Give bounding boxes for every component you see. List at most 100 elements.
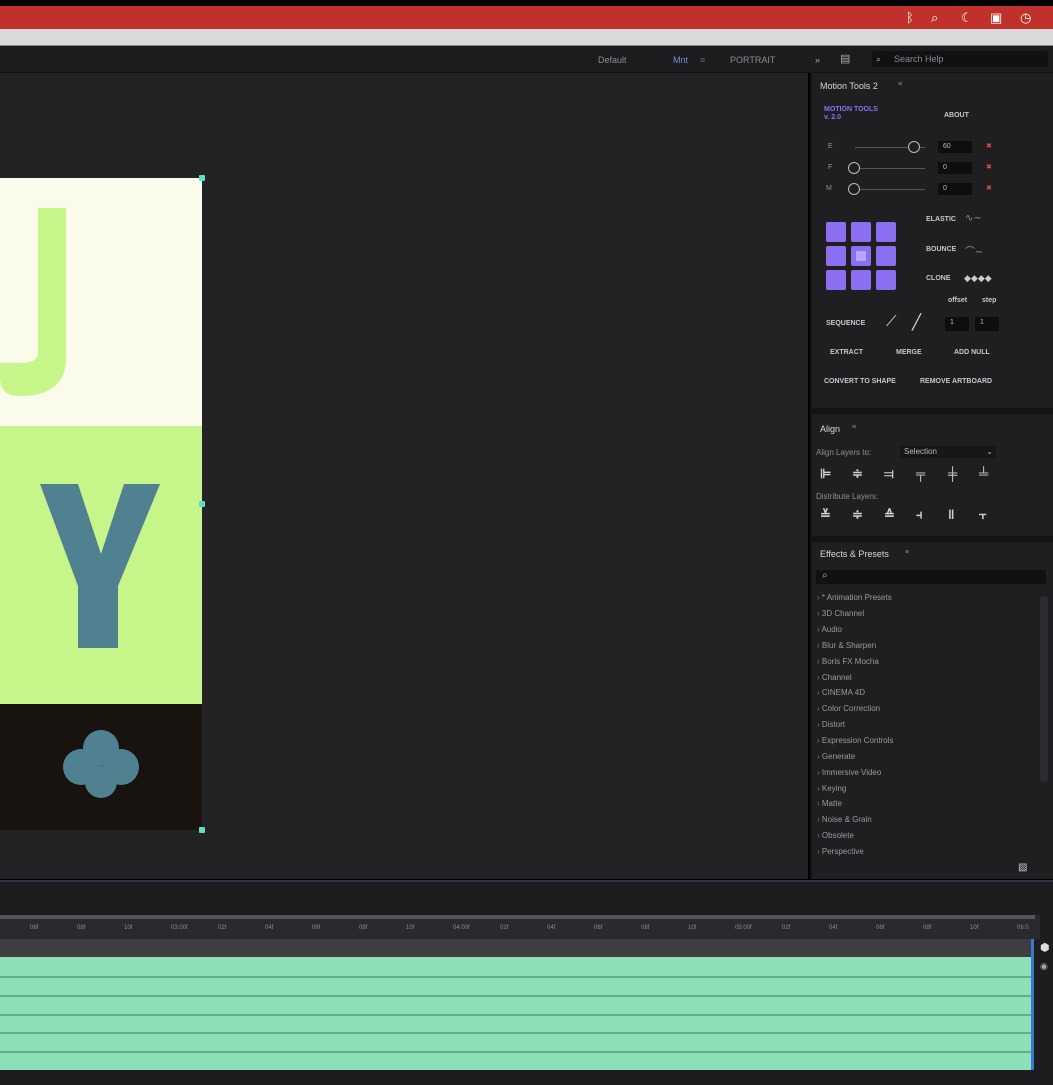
tree-item[interactable]: Distort — [817, 720, 845, 730]
tree-item[interactable]: Channel — [817, 673, 852, 683]
anchor-bottom-left[interactable] — [826, 270, 846, 290]
convert-to-shape-button[interactable]: CONVERT TO SHAPE — [824, 378, 896, 385]
moon-icon[interactable]: ☾ — [961, 10, 973, 26]
slider-f-reset-icon[interactable]: ✖ — [986, 163, 992, 171]
distribute-right-icon[interactable]: ⫟ — [979, 508, 987, 522]
effects-scrollbar[interactable] — [1040, 596, 1048, 782]
slider-e-reset-icon[interactable]: ✖ — [986, 142, 992, 150]
slider-m-track[interactable] — [855, 189, 925, 190]
tree-item[interactable]: * Animation Presets — [817, 593, 892, 603]
overflow-icon[interactable]: » — [815, 55, 820, 65]
bluetooth-icon[interactable]: ᛒ — [906, 10, 914, 26]
new-folder-icon[interactable]: ▨ — [1018, 862, 1027, 873]
extract-button[interactable]: EXTRACT — [830, 349, 863, 356]
menu-icon[interactable]: ≡ — [700, 55, 705, 65]
sequence-ramp-icon[interactable]: ⟋ — [886, 313, 897, 330]
offset-label: offset — [948, 297, 968, 304]
transform-handle-bottom-right[interactable] — [199, 827, 205, 833]
work-area-bar[interactable] — [0, 915, 1035, 919]
search-placeholder: Search Help — [894, 54, 944, 64]
timeline-tick-label: 06f — [594, 925, 603, 931]
tree-item[interactable]: Boris FX Mocha — [817, 657, 879, 667]
align-menu-icon[interactable]: ≡ — [852, 424, 856, 431]
tree-item[interactable]: Immersive Video — [817, 768, 881, 778]
workspace-mnt[interactable]: Mnt — [673, 55, 688, 65]
slider-f-value[interactable]: 0 — [938, 162, 972, 174]
panel-icon[interactable]: ▤ — [840, 52, 850, 65]
effects-menu-icon[interactable]: ≡ — [905, 549, 909, 556]
elastic-button[interactable]: ELASTIC — [926, 216, 956, 223]
slider-f-track[interactable] — [855, 168, 925, 169]
workspace-default[interactable]: Default — [598, 55, 627, 65]
anchor-center[interactable] — [851, 246, 871, 266]
effects-presets-title: Effects & Presets — [820, 549, 889, 559]
drive-icon[interactable]: ▣ — [990, 10, 1002, 26]
anchor-top-center[interactable] — [851, 222, 871, 242]
slider-label-e: E — [828, 143, 833, 150]
effects-search-input[interactable]: ⌕ — [816, 570, 1046, 584]
anchor-bottom-right[interactable] — [876, 270, 896, 290]
anchor-top-right[interactable] — [876, 222, 896, 242]
search-icon[interactable]: ⌕ — [931, 10, 938, 26]
align-to-select[interactable]: Selection ⌄ — [900, 446, 996, 458]
tree-item[interactable]: Color Correction — [817, 704, 880, 714]
slider-m-reset-icon[interactable]: ✖ — [986, 184, 992, 192]
distribute-horizontal-center-icon[interactable]: ‖ — [948, 508, 954, 522]
clone-button[interactable]: CLONE — [926, 275, 951, 282]
offset-input[interactable]: 1 — [945, 317, 969, 331]
sequence-button[interactable]: SEQUENCE — [826, 320, 865, 327]
anchor-mid-right[interactable] — [876, 246, 896, 266]
slider-m-knob[interactable] — [848, 183, 860, 195]
distribute-vertical-center-icon[interactable]: ≑ — [852, 508, 863, 522]
timeline-tick-label: 08f — [641, 925, 650, 931]
panel-menu-icon[interactable]: ≡ — [898, 81, 902, 88]
distribute-bottom-icon[interactable]: ≙ — [884, 508, 895, 522]
slider-e-knob[interactable] — [908, 141, 920, 153]
anchor-bottom-center[interactable] — [851, 270, 871, 290]
tree-item[interactable]: Blur & Sharpen — [817, 641, 876, 651]
align-horizontal-center-icon[interactable]: ≑ — [852, 467, 863, 481]
playhead[interactable] — [1031, 939, 1034, 1070]
remove-artboard-button[interactable]: REMOVE ARTBOARD — [920, 378, 992, 385]
distribute-top-icon[interactable]: ≚ — [820, 508, 831, 522]
anchor-top-left[interactable] — [826, 222, 846, 242]
about-button[interactable]: ABOUT — [944, 112, 969, 119]
tree-item[interactable]: Audio — [817, 625, 841, 635]
slider-e-value[interactable]: 60 — [938, 141, 972, 153]
align-right-icon[interactable]: ⫤ — [884, 467, 894, 481]
slider-f-knob[interactable] — [848, 162, 860, 174]
tree-item[interactable]: Perspective — [817, 847, 864, 857]
chevron-down-icon: ⌄ — [986, 447, 993, 456]
align-left-icon[interactable]: ⊫ — [820, 467, 831, 481]
tree-item[interactable]: Noise & Grain — [817, 815, 872, 825]
distribute-left-icon[interactable]: ⫞ — [916, 508, 923, 522]
merge-button[interactable]: MERGE — [896, 349, 922, 356]
timeline-tick-label: 04f — [829, 925, 838, 931]
transform-handle-mid-right[interactable] — [199, 501, 205, 507]
tree-item[interactable]: Expression Controls — [817, 736, 894, 746]
tree-item[interactable]: Keying — [817, 784, 846, 794]
search-help-input[interactable]: ⌕ Search Help — [872, 51, 1048, 67]
tree-item[interactable]: 3D Channel — [817, 609, 864, 619]
tree-item[interactable]: Matte — [817, 799, 842, 809]
anchor-mid-left[interactable] — [826, 246, 846, 266]
clock-icon[interactable]: ◷ — [1020, 10, 1031, 26]
anchor-point-grid[interactable] — [826, 222, 898, 292]
step-input[interactable]: 1 — [975, 317, 999, 331]
align-vertical-center-icon[interactable]: ╪ — [948, 467, 957, 481]
bounce-button[interactable]: BOUNCE — [926, 246, 956, 253]
sequence-linear-icon[interactable]: ╱ — [912, 313, 921, 331]
align-bottom-icon[interactable]: ╧ — [979, 467, 988, 481]
workspace-portrait[interactable]: PORTRAIT — [730, 55, 775, 65]
layer-tracks[interactable] — [0, 957, 1031, 1070]
artboard[interactable]: U Y — [0, 175, 205, 833]
align-top-icon[interactable]: ╤ — [916, 467, 925, 481]
slider-m-value[interactable]: 0 — [938, 183, 972, 195]
motion-tools-title: Motion Tools 2 — [820, 81, 878, 91]
tree-item[interactable]: CINEMA 4D — [817, 688, 865, 698]
add-null-button[interactable]: ADD NULL — [954, 349, 990, 356]
eye-icon[interactable]: ◉ — [1040, 961, 1048, 972]
tree-item[interactable]: Generate — [817, 752, 855, 762]
tree-item[interactable]: Obsolete — [817, 831, 854, 841]
transform-handle-top-right[interactable] — [199, 175, 205, 181]
